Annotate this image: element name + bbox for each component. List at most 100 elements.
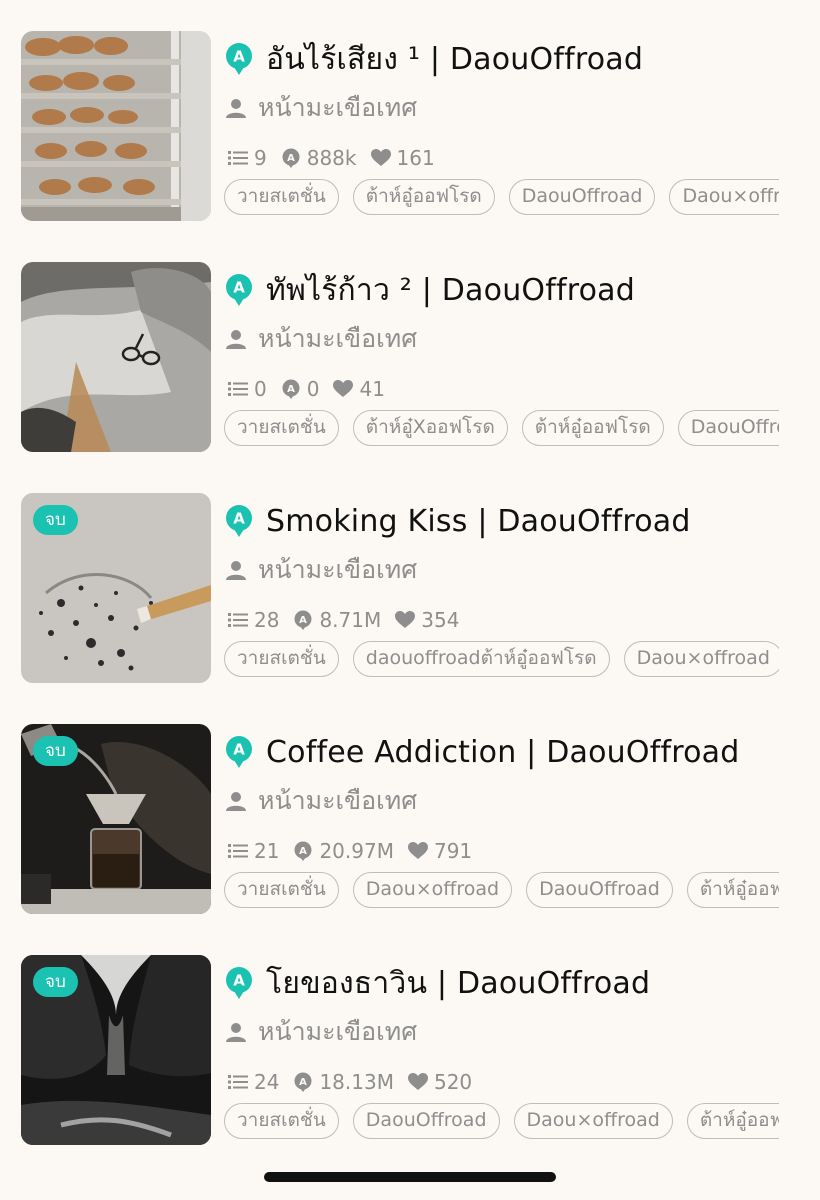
svg-text:A: A	[287, 384, 295, 395]
person-icon	[226, 792, 246, 811]
tag-chip[interactable]: Daou×offroad	[352, 872, 513, 908]
tag-strip[interactable]: วายสเตชั่น ต้าห์อู๋ออฟโรด DaouOffroad Da…	[224, 179, 779, 219]
view-count: A 0	[281, 377, 320, 401]
chapter-count-value: 24	[254, 1070, 280, 1094]
heart-icon	[395, 611, 416, 628]
heart-icon	[407, 842, 428, 859]
svg-text:A: A	[300, 846, 308, 857]
story-cover[interactable]: จบ	[21, 955, 211, 1145]
a-speech-bubble-icon: A	[226, 274, 252, 306]
stats-row: 28 A 8.71M 354	[228, 607, 473, 633]
author-name[interactable]: หน้ามะเขือเทศ	[258, 319, 417, 359]
heart-icon	[333, 380, 354, 397]
title-row[interactable]: A ทัพไร้ก้าว ² | DaouOffroad	[224, 272, 635, 308]
story-title[interactable]: Smoking Kiss | DaouOffroad	[266, 504, 691, 539]
story-item[interactable]: จบ A Coffee Addiction | DaouOffroad หน้า…	[0, 693, 820, 924]
tag-strip[interactable]: วายสเตชั่น Daou×offroad DaouOffroad ต้าห…	[224, 872, 779, 912]
story-title[interactable]: Coffee Addiction | DaouOffroad	[266, 735, 739, 770]
title-row[interactable]: A Smoking Kiss | DaouOffroad	[224, 503, 691, 539]
view-count: A 18.13M	[293, 1070, 394, 1094]
cover-pastry-rack-image	[21, 31, 211, 221]
list-icon	[228, 151, 248, 165]
person-icon	[226, 561, 246, 580]
story-title[interactable]: อันไร้เสียง ¹ | DaouOffroad	[266, 36, 643, 83]
svg-text:A: A	[233, 510, 245, 528]
stats-row: 21 A 20.97M 791	[228, 838, 486, 864]
tag-strip[interactable]: วายสเตชั่น daouoffroadต้าห์อู๋ออฟโรด Dao…	[224, 641, 779, 681]
chapter-count: 0	[228, 377, 267, 401]
like-count-value: 791	[433, 839, 473, 863]
tag-chip[interactable]: DaouOffroad	[677, 410, 779, 446]
tag-chip[interactable]: วายสเตชั่น	[224, 641, 339, 677]
tag-chip[interactable]: daouoffroadต้าห์อู๋ออฟโรด	[352, 641, 610, 677]
svg-text:A: A	[233, 972, 245, 990]
story-title[interactable]: โยของธาวิน | DaouOffroad	[266, 960, 650, 1007]
chapter-count-value: 9	[254, 146, 267, 170]
a-speech-bubble-icon: A	[226, 505, 252, 537]
view-count-value: 8.71M	[319, 608, 382, 632]
title-row[interactable]: A โยของธาวิน | DaouOffroad	[224, 965, 650, 1001]
story-title[interactable]: ทัพไร้ก้าว ² | DaouOffroad	[266, 267, 635, 314]
author-row[interactable]: หน้ามะเขือเทศ	[226, 91, 417, 125]
story-item[interactable]: A ทัพไร้ก้าว ² | DaouOffroad หน้ามะเขือเ…	[0, 231, 820, 462]
tag-chip[interactable]: DaouOffroad	[508, 179, 656, 215]
view-count-value: 0	[306, 377, 320, 401]
like-count-value: 354	[421, 608, 460, 632]
stats-row: 0 A 0 41	[228, 376, 399, 402]
tag-chip[interactable]: ต้าห์อู๋ออฟโรด	[521, 410, 664, 446]
story-cover[interactable]: จบ	[21, 493, 211, 683]
chapter-count-value: 0	[254, 377, 267, 401]
story-item[interactable]: จบ A โยของธาวิน | DaouOffroad หน้ามะเขือ…	[0, 924, 820, 1155]
title-row[interactable]: A อันไร้เสียง ¹ | DaouOffroad	[224, 41, 643, 77]
tag-chip[interactable]: DaouOffroad	[352, 1103, 500, 1139]
tag-chip[interactable]: วายสเตชั่น	[224, 1103, 339, 1139]
tag-list: วายสเตชั่น DaouOffroad Daou×offroad ต้าห…	[224, 1103, 779, 1139]
svg-text:A: A	[300, 615, 308, 626]
author-name[interactable]: หน้ามะเขือเทศ	[258, 88, 417, 128]
tag-chip[interactable]: วายสเตชั่น	[224, 179, 339, 215]
tag-list: วายสเตชั่น ต้าห์อู๋ออฟโรด DaouOffroad Da…	[224, 179, 779, 215]
tag-chip[interactable]: ต้าห์อู๋Xออฟโรด	[352, 410, 508, 446]
completed-badge: จบ	[33, 736, 78, 766]
title-row[interactable]: A Coffee Addiction | DaouOffroad	[224, 734, 739, 770]
tag-chip[interactable]: วายสเตชั่น	[224, 410, 339, 446]
home-indicator[interactable]	[264, 1172, 556, 1182]
author-name[interactable]: หน้ามะเขือเทศ	[258, 781, 417, 821]
heart-icon	[407, 1073, 428, 1090]
author-row[interactable]: หน้ามะเขือเทศ	[226, 1015, 417, 1049]
author-row[interactable]: หน้ามะเขือเทศ	[226, 322, 417, 356]
story-cover[interactable]	[21, 262, 211, 452]
a-speech-bubble-icon: A	[226, 736, 252, 768]
story-item[interactable]: จบ A Smoking Kiss | DaouOffroad หน้ามะเข…	[0, 462, 820, 693]
tag-strip[interactable]: วายสเตชั่น DaouOffroad Daou×offroad ต้าห…	[224, 1103, 779, 1143]
story-cover[interactable]: จบ	[21, 724, 211, 914]
author-row[interactable]: หน้ามะเขือเทศ	[226, 784, 417, 818]
view-count-value: 888k	[306, 146, 357, 170]
tag-chip[interactable]: ต้าห์อู๋ออฟโรด	[686, 872, 779, 908]
tag-chip[interactable]: ต้าห์อู๋ออฟโรด	[686, 1103, 779, 1139]
chapter-count: 9	[228, 146, 267, 170]
tag-chip[interactable]: Daou×offroad	[669, 179, 779, 215]
tag-chip[interactable]: DaouOffroad	[526, 872, 673, 908]
cover-bed-glasses-image	[21, 262, 211, 452]
chapter-count: 28	[228, 608, 279, 632]
story-item[interactable]: A อันไร้เสียง ¹ | DaouOffroad หน้ามะเขือ…	[0, 0, 820, 231]
stats-row: 24 A 18.13M 520	[228, 1069, 486, 1095]
author-name[interactable]: หน้ามะเขือเทศ	[258, 550, 417, 590]
story-cover[interactable]	[21, 31, 211, 221]
author-name[interactable]: หน้ามะเขือเทศ	[258, 1012, 417, 1052]
list-icon	[228, 613, 248, 627]
tag-chip[interactable]: ต้าห์อู๋ออฟโรด	[352, 179, 495, 215]
tag-chip[interactable]: วายสเตชั่น	[224, 872, 339, 908]
like-count-value: 520	[433, 1070, 473, 1094]
view-count: A 20.97M	[293, 839, 394, 863]
person-icon	[226, 99, 246, 118]
like-count: 41	[333, 377, 385, 401]
heart-icon	[370, 149, 391, 166]
like-count-value: 41	[359, 377, 385, 401]
tag-strip[interactable]: วายสเตชั่น ต้าห์อู๋Xออฟโรด ต้าห์อู๋ออฟโร…	[224, 410, 779, 450]
view-count: A 8.71M	[293, 608, 381, 632]
tag-chip[interactable]: Daou×offroad	[623, 641, 779, 677]
author-row[interactable]: หน้ามะเขือเทศ	[226, 553, 417, 587]
tag-chip[interactable]: Daou×offroad	[513, 1103, 673, 1139]
